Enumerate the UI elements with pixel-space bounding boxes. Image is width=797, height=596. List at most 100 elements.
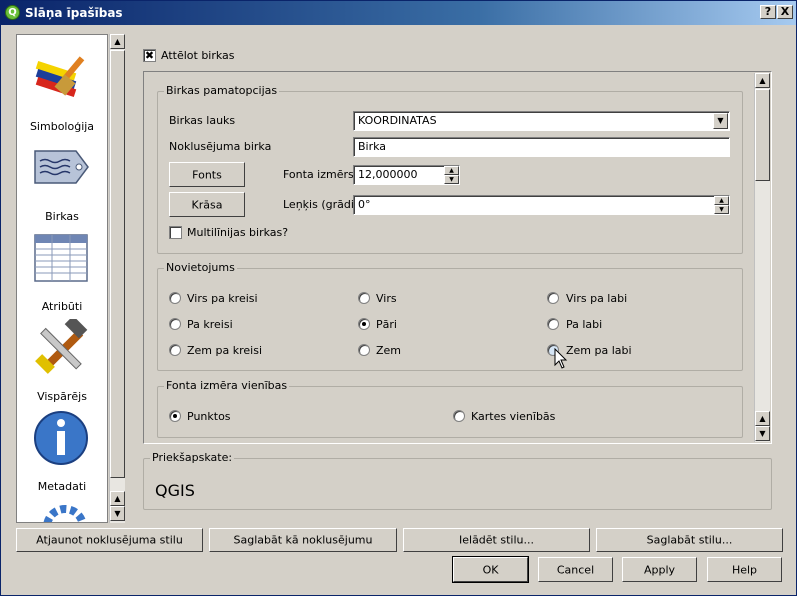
display-labels-checkbox[interactable]: ✖	[143, 49, 156, 62]
close-title-button[interactable]: X	[777, 5, 793, 19]
spin-down-icon[interactable]: ▼	[444, 175, 459, 184]
multiline-label: Multilīnijas birkas?	[187, 226, 289, 239]
radio-above-left[interactable]	[169, 292, 181, 304]
color-button[interactable]: Krāsa	[169, 192, 245, 217]
spin-buttons[interactable]: ▲ ▼	[714, 196, 729, 214]
radio-above[interactable]	[358, 292, 370, 304]
sidebar-item-label: Atribūti	[41, 300, 83, 313]
spin-down-icon[interactable]: ▼	[714, 205, 729, 214]
button-label: Saglabāt kā noklusējumu	[233, 533, 373, 547]
help-button[interactable]: Help	[707, 557, 782, 582]
sidebar-item-attributes[interactable]: Atribūti	[17, 229, 107, 319]
button-label: Atjaunot noklusējuma stilu	[36, 533, 183, 547]
apply-button[interactable]: Apply	[622, 557, 697, 582]
radio-label: Zem pa kreisi	[187, 344, 262, 357]
group-title: Fonta izmēra vienības	[164, 379, 290, 392]
scroll-up-icon[interactable]: ▲	[755, 411, 770, 426]
scroll-thumb[interactable]	[110, 50, 125, 478]
preview-group: Priekšapskate: QGIS	[143, 451, 772, 510]
default-label-label: Noklusējuma birka	[169, 140, 272, 153]
qgis-logo-icon: Q	[5, 5, 20, 20]
group-title: Priekšapskate:	[150, 451, 235, 464]
angle-spinbox[interactable]: 0° ▲ ▼	[353, 195, 730, 215]
spin-buttons[interactable]: ▲ ▼	[444, 166, 459, 184]
paintbrush-icon	[35, 56, 85, 97]
info-icon	[34, 411, 88, 465]
ok-button[interactable]: OK	[452, 556, 529, 583]
input-value: Birka	[358, 140, 387, 153]
save-style-button[interactable]: Saglabāt stilu...	[596, 528, 783, 552]
sidebar-item-metadata[interactable]: Metadati	[17, 409, 107, 499]
angle-label: Leņķis (grādi)	[283, 198, 359, 211]
radio-label: Virs pa kreisi	[187, 292, 258, 305]
multiline-checkbox[interactable]	[169, 226, 182, 239]
font-size-label: Fonta izmērs	[283, 168, 354, 181]
radio-right[interactable]	[547, 318, 559, 330]
sidebar-item-label: Birkas	[45, 210, 79, 223]
load-style-button[interactable]: Ielādēt stilu...	[403, 528, 590, 552]
button-label: Fonts	[192, 168, 222, 181]
font-size-spinbox[interactable]: 12,000000 ▲ ▼	[353, 165, 460, 185]
scroll-thumb[interactable]	[755, 89, 770, 181]
sidebar-item-label: Metadati	[37, 480, 87, 493]
scroll-up-icon[interactable]: ▲	[110, 34, 125, 49]
chevron-down-icon[interactable]: ▼	[713, 113, 728, 129]
sidebar-item-symbology[interactable]: Simboloģija	[17, 49, 107, 139]
radio-label: Zem	[376, 344, 402, 357]
preview-text: QGIS	[155, 481, 195, 500]
radio-points[interactable]	[169, 410, 181, 422]
scroll-down-icon[interactable]: ▼	[110, 506, 125, 521]
sidebar-item-label: Vispārējs	[37, 390, 87, 403]
radio-label: Zem pa labi	[566, 344, 632, 357]
button-label: Apply	[643, 563, 676, 576]
save-as-default-button[interactable]: Saglabāt kā noklusējumu	[209, 528, 397, 552]
window-title: Slāņa īpašības	[25, 6, 123, 20]
sidebar-item-labels[interactable]: Birkas	[17, 139, 107, 229]
sidebar-item-label: Simboloģija	[29, 120, 95, 133]
layer-properties-dialog: Q Slāņa īpašības ? X Simboloģija Birkas …	[0, 0, 797, 596]
radio-label: Pa labi	[566, 318, 603, 331]
cancel-button[interactable]: Cancel	[538, 557, 613, 582]
label-tag-icon	[34, 150, 89, 184]
sidebar: Simboloģija Birkas Atribūti Vispārējs Me…	[16, 34, 108, 523]
radio-over[interactable]	[358, 318, 370, 330]
font-units-group: Fonta izmēra vienības	[157, 379, 743, 438]
sidebar-item-general[interactable]: Vispārējs	[17, 319, 107, 409]
fonts-button[interactable]: Fonts	[169, 162, 245, 187]
scroll-up-icon[interactable]: ▲	[110, 491, 125, 506]
button-label: Cancel	[556, 563, 595, 576]
radio-above-right[interactable]	[547, 292, 559, 304]
default-label-input[interactable]: Birka	[353, 137, 730, 157]
radio-below-left[interactable]	[169, 344, 181, 356]
scroll-down-icon[interactable]: ▼	[755, 426, 770, 441]
spin-up-icon[interactable]: ▲	[714, 196, 729, 205]
help-title-button[interactable]: ?	[760, 5, 776, 19]
radio-left[interactable]	[169, 318, 181, 330]
display-labels-label: Attēlot birkas	[161, 49, 235, 62]
spin-up-icon[interactable]: ▲	[444, 166, 459, 175]
restore-default-style-button[interactable]: Atjaunot noklusējuma stilu	[16, 528, 203, 552]
attribute-table-icon	[34, 234, 88, 282]
spin-value: 0°	[358, 198, 371, 211]
field-label: Birkas lauks	[169, 114, 236, 127]
button-label: Ielādēt stilu...	[459, 533, 534, 547]
scroll-up-icon[interactable]: ▲	[755, 73, 770, 88]
radio-map-units[interactable]	[453, 410, 465, 422]
button-label: Help	[731, 563, 758, 576]
options-scrollbar[interactable]: ▲ ▲ ▼	[754, 73, 770, 442]
gear-icon	[43, 505, 87, 522]
label-field-combo[interactable]: KOORDINATAS ▼	[353, 111, 730, 131]
mouse-cursor-icon	[554, 348, 568, 369]
radio-label: Punktos	[187, 410, 231, 423]
spin-value: 12,000000	[358, 168, 418, 181]
group-title: Birkas pamatopcijas	[164, 84, 280, 97]
title-bar[interactable]: Q Slāņa īpašības ? X	[1, 1, 796, 25]
sidebar-scrollbar[interactable]: ▲ ▲ ▼	[109, 34, 125, 523]
radio-label: Pāri	[376, 318, 397, 331]
radio-label: Pa kreisi	[187, 318, 233, 331]
radio-below[interactable]	[358, 344, 370, 356]
radio-label: Virs	[376, 292, 397, 305]
combo-value: KOORDINATAS	[358, 114, 437, 127]
button-label: OK	[482, 563, 499, 576]
group-title: Novietojums	[164, 261, 237, 274]
